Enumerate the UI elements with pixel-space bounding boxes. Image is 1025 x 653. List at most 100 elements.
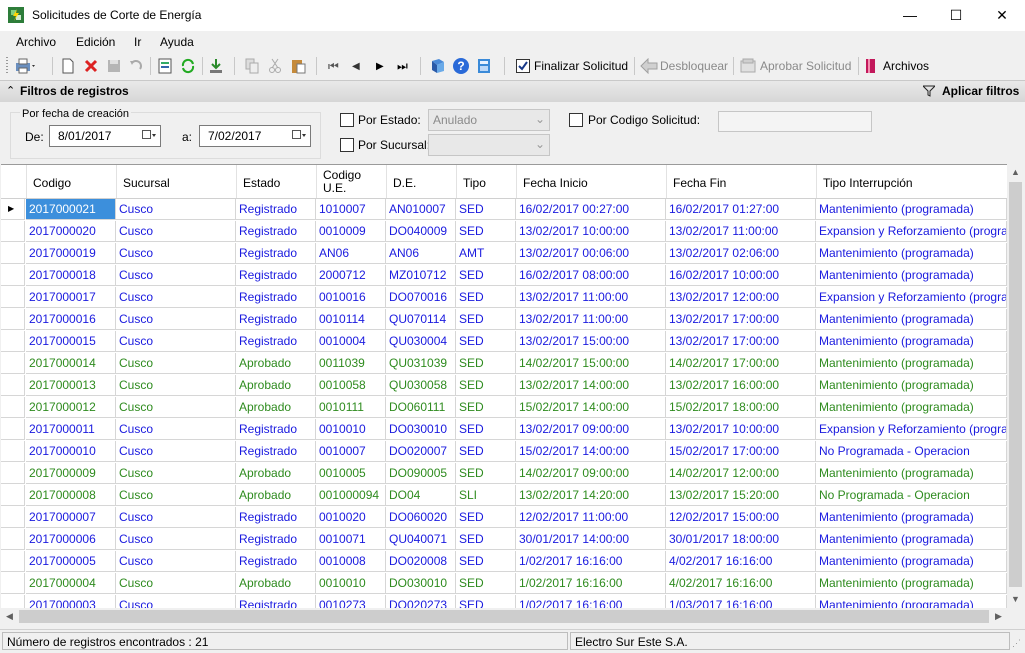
table-row[interactable]: 2017000020 Cusco Registrado 0010009 DO040009… xyxy=(1,221,1007,243)
cell-de[interactable]: DO04 xyxy=(386,485,456,506)
cell-fecha-inicio[interactable]: 16/02/2017 00:27:00 xyxy=(516,199,666,220)
vertical-scroll-thumb[interactable] xyxy=(1009,182,1022,587)
cell-codigo-ue[interactable]: 2000712 xyxy=(316,265,386,286)
table-row[interactable]: 2017000019 Cusco Registrado AN06 AN06 AMT 13/0… xyxy=(1,243,1007,265)
next-record-icon[interactable]: ▶ xyxy=(376,57,384,75)
cell-estado[interactable]: Aprobado xyxy=(236,485,316,506)
cell-fecha-fin[interactable]: 15/02/2017 18:00:00 xyxy=(666,397,816,418)
cell-tipo-interrupcion[interactable]: Mantenimiento (programada) xyxy=(816,595,1007,609)
cell-de[interactable]: QU040071 xyxy=(386,529,456,550)
cell-sucursal[interactable]: Cusco xyxy=(116,199,236,220)
cell-tipo-interrupcion[interactable]: Mantenimiento (programada) xyxy=(816,463,1007,484)
cell-de[interactable]: DO060020 xyxy=(386,507,456,528)
cell-fecha-fin[interactable]: 15/02/2017 17:00:00 xyxy=(666,441,816,462)
column-header-codigo-ue[interactable]: Codigo U.E. xyxy=(316,165,387,198)
cell-codigo-ue[interactable]: 001000094 xyxy=(316,485,386,506)
sucursal-select[interactable]: ⌄ xyxy=(428,134,550,156)
cell-tipo-interrupcion[interactable]: Mantenimiento (programada) xyxy=(816,573,1007,594)
report-icon[interactable] xyxy=(157,57,173,75)
row-header[interactable] xyxy=(1,529,25,550)
table-row[interactable]: 2017000009 Cusco Aprobado 0010005 DO090005 SE… xyxy=(1,463,1007,485)
table-row[interactable]: 2017000017 Cusco Registrado 0010016 DO070016… xyxy=(1,287,1007,309)
cell-estado[interactable]: Registrado xyxy=(236,595,316,609)
cell-sucursal[interactable]: Cusco xyxy=(116,529,236,550)
row-header[interactable] xyxy=(1,441,25,462)
cell-fecha-inicio[interactable]: 1/02/2017 16:16:00 xyxy=(516,573,666,594)
table-row[interactable]: 2017000004 Cusco Aprobado 0010010 DO030010 SE… xyxy=(1,573,1007,595)
cell-estado[interactable]: Registrado xyxy=(236,199,316,220)
cell-de[interactable]: DO090005 xyxy=(386,463,456,484)
cell-sucursal[interactable]: Cusco xyxy=(116,265,236,286)
menu-ir[interactable]: Ir xyxy=(134,35,141,49)
row-header[interactable] xyxy=(1,221,25,242)
cell-tipo[interactable]: SED xyxy=(456,397,516,418)
cell-codigo-ue[interactable]: 0010007 xyxy=(316,441,386,462)
cell-tipo[interactable]: SED xyxy=(456,595,516,609)
menu-ayuda[interactable]: Ayuda xyxy=(160,35,194,49)
table-row[interactable]: 2017000008 Cusco Aprobado 001000094 DO04 SLI 1… xyxy=(1,485,1007,507)
cell-codigo-ue[interactable]: 0010005 xyxy=(316,463,386,484)
cell-codigo[interactable]: 2017000006 xyxy=(26,529,116,550)
cell-sucursal[interactable]: Cusco xyxy=(116,595,236,609)
cell-estado[interactable]: Aprobado xyxy=(236,375,316,396)
codigo-input[interactable] xyxy=(718,111,872,132)
cell-tipo[interactable]: SED xyxy=(456,507,516,528)
cell-estado[interactable]: Registrado xyxy=(236,287,316,308)
cell-codigo-ue[interactable]: 0010058 xyxy=(316,375,386,396)
paste-icon[interactable] xyxy=(290,57,306,75)
scroll-left-arrow-icon[interactable]: ◀ xyxy=(1,608,18,625)
table-row[interactable]: 2017000013 Cusco Aprobado 0010058 QU030058 SE… xyxy=(1,375,1007,397)
cell-codigo[interactable]: 2017000013 xyxy=(26,375,116,396)
row-header[interactable] xyxy=(1,463,25,484)
cell-fecha-inicio[interactable]: 13/02/2017 14:20:00 xyxy=(516,485,666,506)
row-header[interactable] xyxy=(1,485,25,506)
column-header-tipo-interrupcion[interactable]: Tipo Interrupción xyxy=(816,165,1007,198)
cell-de[interactable]: QU031039 xyxy=(386,353,456,374)
cell-codigo[interactable]: 2017000007 xyxy=(26,507,116,528)
cell-tipo[interactable]: SLI xyxy=(456,485,516,506)
cell-estado[interactable]: Registrado xyxy=(236,309,316,330)
resize-grip-icon[interactable]: ⋰ xyxy=(1012,638,1021,649)
cell-tipo-interrupcion[interactable]: Mantenimiento (programada) xyxy=(816,375,1007,396)
row-header[interactable] xyxy=(1,595,25,609)
row-header[interactable] xyxy=(1,331,25,352)
cell-codigo-ue[interactable]: 1010007 xyxy=(316,199,386,220)
cell-sucursal[interactable]: Cusco xyxy=(116,441,236,462)
codigo-checkbox[interactable] xyxy=(569,113,583,127)
help-icon[interactable]: ? xyxy=(452,57,470,75)
cell-tipo[interactable]: SED xyxy=(456,287,516,308)
cell-codigo-ue[interactable]: 0010016 xyxy=(316,287,386,308)
to-date-picker[interactable]: 7/02/2017 xyxy=(199,125,311,147)
cell-estado[interactable]: Registrado xyxy=(236,419,316,440)
desbloquear-button[interactable]: Desbloquear xyxy=(640,57,728,75)
cell-fecha-inicio[interactable]: 16/02/2017 08:00:00 xyxy=(516,265,666,286)
cell-fecha-fin[interactable]: 13/02/2017 15:20:00 xyxy=(666,485,816,506)
cell-sucursal[interactable]: Cusco xyxy=(116,309,236,330)
cell-estado[interactable]: Aprobado xyxy=(236,397,316,418)
menu-archivo[interactable]: Archivo xyxy=(16,35,56,49)
calculator-icon[interactable] xyxy=(476,57,492,75)
minimize-button[interactable]: — xyxy=(887,0,933,30)
archivos-button[interactable]: Archivos xyxy=(864,57,929,75)
cell-codigo-ue[interactable]: 0010114 xyxy=(316,309,386,330)
cell-de[interactable]: AN06 xyxy=(386,243,456,264)
scroll-right-arrow-icon[interactable]: ▶ xyxy=(990,608,1007,625)
cell-codigo-ue[interactable]: 0010010 xyxy=(316,573,386,594)
cell-sucursal[interactable]: Cusco xyxy=(116,507,236,528)
cell-tipo-interrupcion[interactable]: Expansion y Reforzamiento (programa... xyxy=(816,287,1007,308)
menu-edicion[interactable]: Edición xyxy=(76,35,115,49)
table-row[interactable]: 2017000006 Cusco Registrado 0010071 QU040071… xyxy=(1,529,1007,551)
cell-de[interactable]: DO030010 xyxy=(386,573,456,594)
estado-select[interactable]: Anulado ⌄ xyxy=(428,109,550,131)
cell-fecha-inicio[interactable]: 14/02/2017 09:00:00 xyxy=(516,463,666,484)
cell-tipo-interrupcion[interactable]: Mantenimiento (programada) xyxy=(816,199,1007,220)
cell-tipo[interactable]: SED xyxy=(456,353,516,374)
cell-fecha-inicio[interactable]: 14/02/2017 15:00:00 xyxy=(516,353,666,374)
cell-tipo[interactable]: SED xyxy=(456,529,516,550)
cell-codigo-ue[interactable]: 0010010 xyxy=(316,419,386,440)
cell-codigo-ue[interactable]: 0010111 xyxy=(316,397,386,418)
download-icon[interactable] xyxy=(208,57,224,75)
cell-tipo[interactable]: SED xyxy=(456,221,516,242)
cell-tipo-interrupcion[interactable]: Mantenimiento (programada) xyxy=(816,331,1007,352)
cell-codigo[interactable]: 2017000008 xyxy=(26,485,116,506)
